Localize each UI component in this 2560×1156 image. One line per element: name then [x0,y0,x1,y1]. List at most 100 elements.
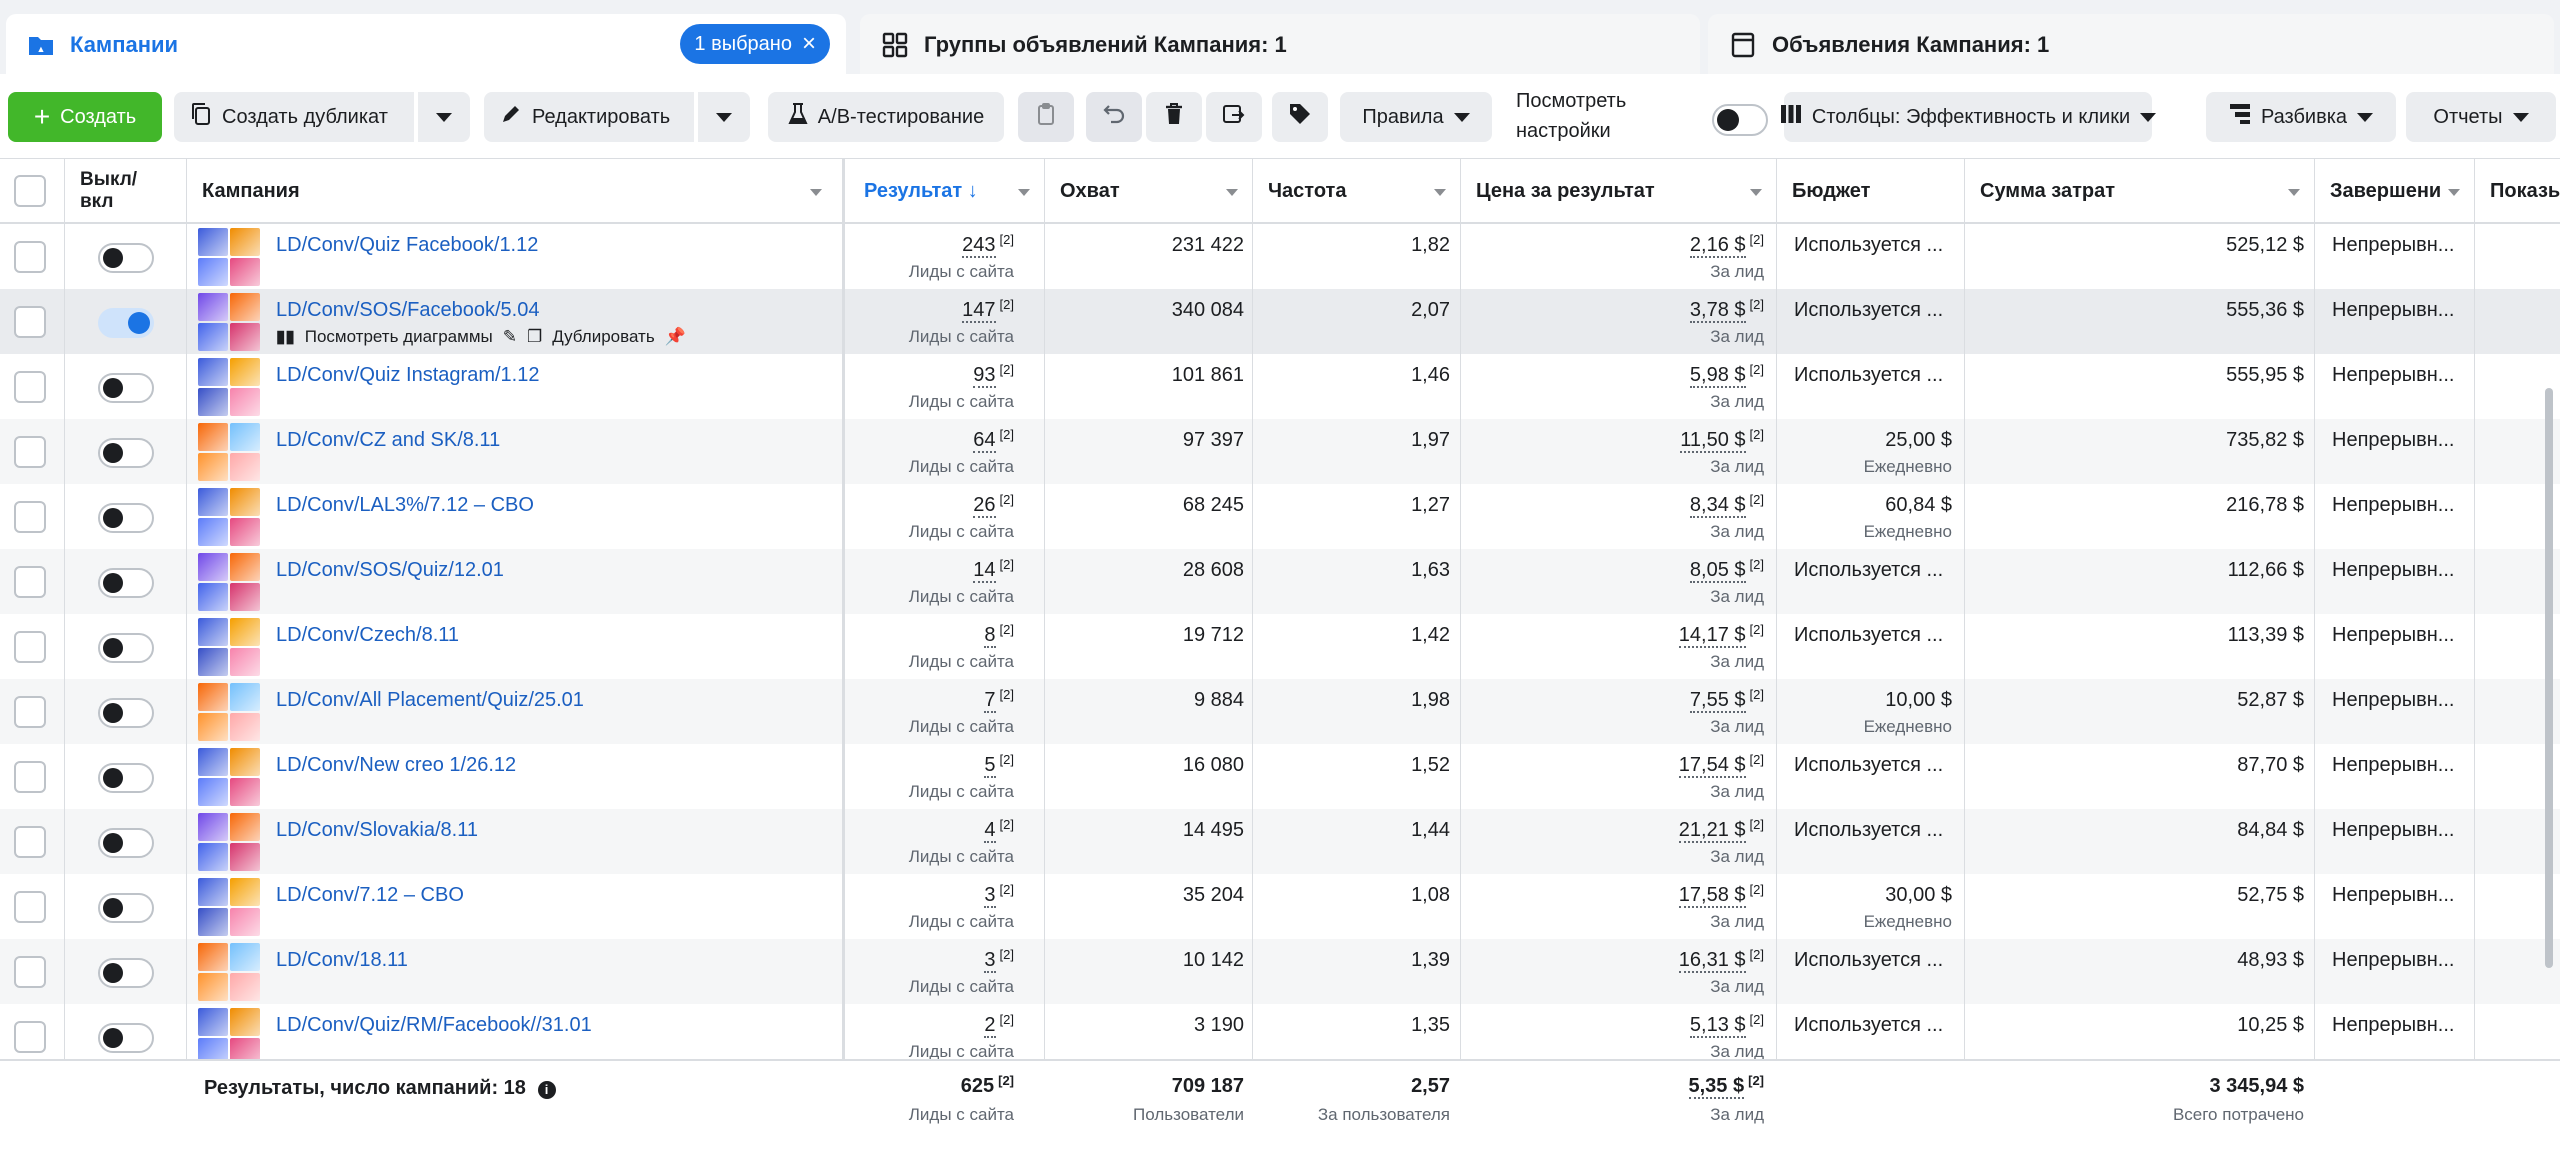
cost-number[interactable]: 8,34 $ [1689,494,1746,518]
cost-number[interactable]: 7,55 $ [1689,689,1746,713]
campaign-name-link[interactable]: LD/Conv/CZ and SK/8.11 [276,429,500,452]
result-number[interactable]: 2 [984,1014,996,1038]
tab-campaigns[interactable]: ▲ Кампании 1 выбрано × [6,14,846,76]
row-checkbox[interactable] [14,306,46,338]
campaign-toggle[interactable] [98,568,154,598]
cost-number[interactable]: 3,78 $ [1689,299,1746,323]
row-checkbox[interactable] [14,1021,46,1053]
table-row[interactable]: LD/Conv/LAL3%/7.12 – CBO 26 [2] Лиды с сайт… [0,484,2560,549]
campaign-toggle[interactable] [98,893,154,923]
campaign-toggle[interactable] [98,243,154,273]
campaign-name-link[interactable]: LD/Conv/7.12 – CBO [276,884,464,907]
col-budget[interactable]: Бюджет [1776,159,1966,223]
table-row[interactable]: LD/Conv/Quiz Instagram/1.12 93 [2] Лиды с с… [0,354,2560,419]
row-checkbox[interactable] [14,696,46,728]
vertical-scrollbar[interactable] [2545,388,2553,968]
table-row[interactable]: LD/Conv/New creo 1/26.12 5 [2] Лиды с сайта… [0,744,2560,809]
campaign-toggle[interactable] [98,1023,154,1053]
col-end[interactable]: Завершени [2314,159,2474,223]
result-number[interactable]: 14 [973,559,996,583]
campaign-name-link[interactable]: LD/Conv/SOS/Facebook/5.04 [276,299,539,322]
create-button[interactable]: + Создать [8,92,162,142]
row-checkbox[interactable] [14,241,46,273]
cost-number[interactable]: 8,05 $ [1689,559,1746,583]
campaign-name-link[interactable]: LD/Conv/Quiz Facebook/1.12 [276,234,538,257]
view-settings-toggle[interactable] [1712,104,1768,136]
cost-number[interactable]: 5,13 $ [1689,1014,1746,1038]
view-charts-link[interactable]: Посмотреть диаграммы [305,327,493,347]
rules-button[interactable]: Правила [1340,92,1492,142]
tab-ads[interactable]: Объявления Кампания: 1 [1708,14,2554,76]
cost-number[interactable]: 17,58 $ [1678,884,1746,908]
row-checkbox[interactable] [14,371,46,403]
col-result[interactable]: Результат ↓ [848,159,1044,223]
table-row[interactable]: LD/Conv/SOS/Facebook/5.04 ▮▮ Посмотреть ди… [0,289,2560,354]
result-number[interactable]: 243 [962,234,996,258]
campaign-toggle[interactable] [98,503,154,533]
campaign-name-link[interactable]: LD/Conv/All Placement/Quiz/25.01 [276,689,584,712]
table-row[interactable]: LD/Conv/Quiz Facebook/1.12 243 [2] Лиды с с… [0,224,2560,289]
campaign-name-link[interactable]: LD/Conv/Quiz Instagram/1.12 [276,364,539,387]
undo-button[interactable] [1086,92,1142,142]
row-checkbox[interactable] [14,436,46,468]
cost-number[interactable]: 2,16 $ [1689,234,1746,258]
columns-button[interactable]: Столбцы: Эффективность и клики [1780,92,2157,142]
delete-button[interactable] [1146,92,1202,142]
campaign-toggle[interactable] [98,308,154,338]
campaign-name-link[interactable]: LD/Conv/New creo 1/26.12 [276,754,516,777]
col-campaign[interactable]: Кампания [186,159,836,223]
cost-number[interactable]: 5,98 $ [1689,364,1746,388]
table-row[interactable]: LD/Conv/CZ and SK/8.11 64 [2] Лиды с сайта 9… [0,419,2560,484]
reports-button[interactable]: Отчеты [2406,92,2556,142]
campaign-toggle[interactable] [98,633,154,663]
pin-icon[interactable]: 📌 [665,327,686,347]
result-number[interactable]: 147 [962,299,996,323]
col-frequency[interactable]: Частота [1252,159,1460,223]
campaign-toggle[interactable] [98,373,154,403]
table-row[interactable]: LD/Conv/18.11 3 [2] Лиды с сайта 10 142 1,39 1… [0,939,2560,1004]
campaign-toggle[interactable] [98,698,154,728]
result-number[interactable]: 4 [984,819,996,843]
campaign-toggle[interactable] [98,828,154,858]
campaign-name-link[interactable]: LD/Conv/Czech/8.11 [276,624,459,647]
edit-dropdown[interactable] [698,92,750,142]
campaign-name-link[interactable]: LD/Conv/Quiz/RM/Facebook//31.01 [276,1014,592,1037]
col-reach[interactable]: Охват [1044,159,1252,223]
edit-button[interactable]: Редактировать [484,92,694,142]
budget-value[interactable]: 60,84 $ [1885,494,1952,517]
result-number[interactable]: 3 [984,949,996,973]
info-icon[interactable]: i [537,1081,556,1099]
row-checkbox[interactable] [14,566,46,598]
duplicate-dropdown[interactable] [418,92,470,142]
campaign-toggle[interactable] [98,763,154,793]
table-row[interactable]: LD/Conv/Slovakia/8.11 4 [2] Лиды с сайта 14 … [0,809,2560,874]
cost-number[interactable]: 14,17 $ [1678,624,1746,648]
campaign-name-link[interactable]: LD/Conv/18.11 [276,949,408,972]
result-number[interactable]: 26 [973,494,996,518]
budget-value[interactable]: 30,00 $ [1885,884,1952,907]
cost-number[interactable]: 21,21 $ [1678,819,1746,843]
row-checkbox[interactable] [14,956,46,988]
breakdown-button[interactable]: Разбивка [2206,92,2396,142]
cost-number[interactable]: 17,54 $ [1678,754,1746,778]
col-cost[interactable]: Цена за результат [1460,159,1776,223]
table-row[interactable]: LD/Conv/All Placement/Quiz/25.01 7 [2] Лиды… [0,679,2560,744]
result-number[interactable]: 64 [973,429,996,453]
campaign-name-link[interactable]: LD/Conv/Slovakia/8.11 [276,819,478,842]
duplicate-link[interactable]: Дублировать [552,327,654,347]
result-number[interactable]: 93 [973,364,996,388]
table-row[interactable]: LD/Conv/7.12 – CBO 3 [2] Лиды с сайта 35 204… [0,874,2560,939]
row-checkbox[interactable] [14,826,46,858]
move-button[interactable] [1206,92,1262,142]
table-row[interactable]: LD/Conv/SOS/Quiz/12.01 14 [2] Лиды с сайта 2… [0,549,2560,614]
result-number[interactable]: 8 [984,624,996,648]
campaign-toggle[interactable] [98,958,154,988]
selected-chip[interactable]: 1 выбрано × [680,24,830,64]
result-number[interactable]: 7 [984,689,996,713]
cost-number[interactable]: 16,31 $ [1678,949,1746,973]
tab-adsets[interactable]: Группы объявлений Кампания: 1 [860,14,1700,76]
cost-number[interactable]: 11,50 $ [1680,429,1746,453]
row-checkbox[interactable] [14,891,46,923]
budget-value[interactable]: 25,00 $ [1885,429,1952,452]
row-checkbox[interactable] [14,761,46,793]
